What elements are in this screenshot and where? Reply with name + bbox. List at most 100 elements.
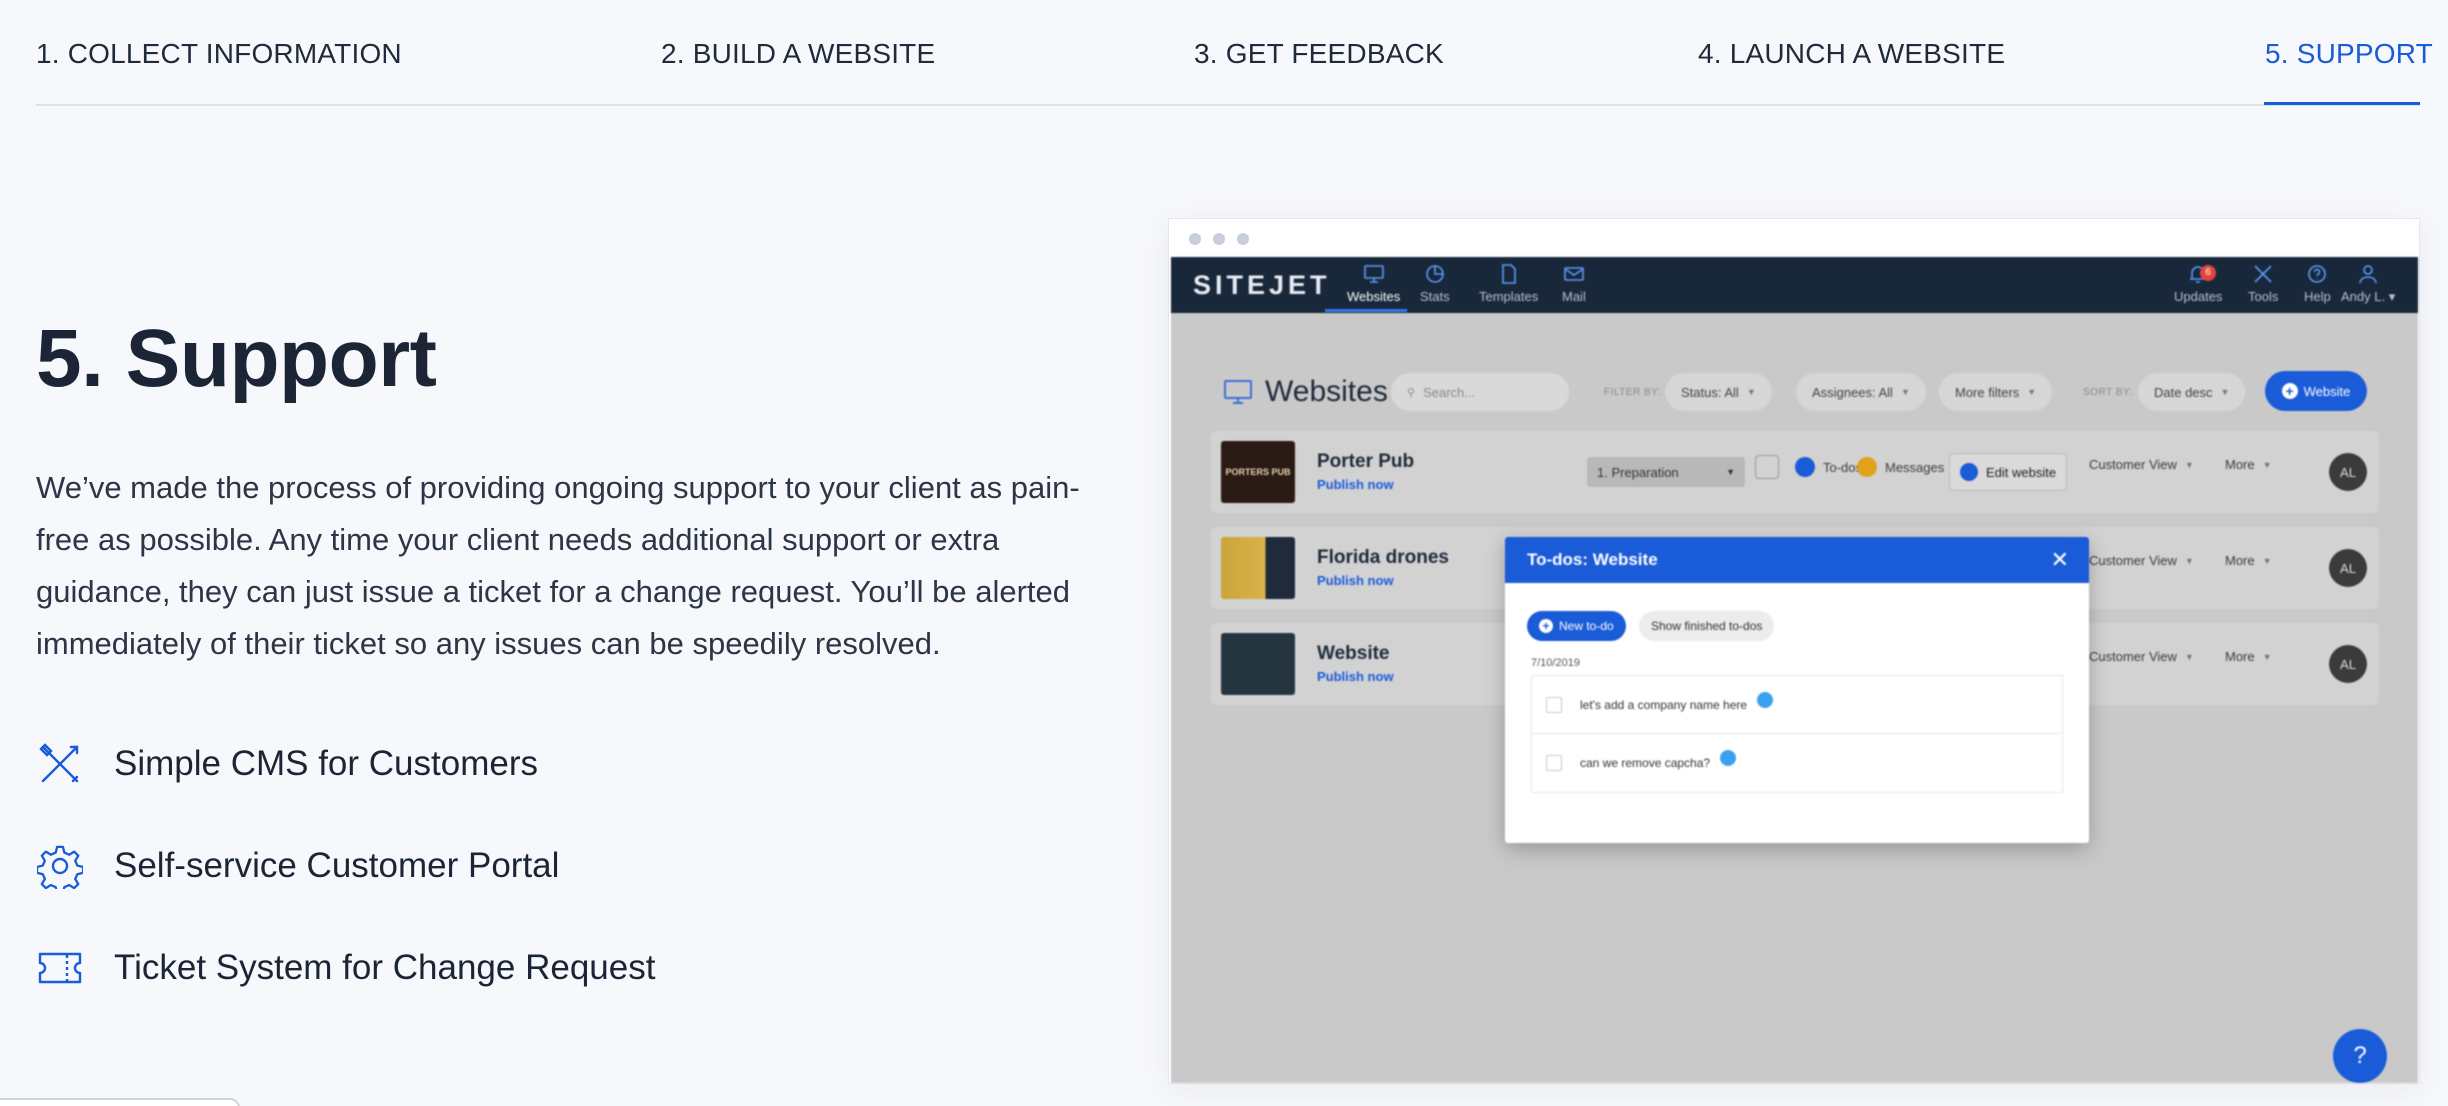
chat-icon — [1857, 457, 1877, 477]
customer-view-select[interactable]: Customer View ▼ — [2089, 553, 2194, 568]
caret-down-icon: ▼ — [1726, 467, 1735, 477]
sort-by-label: SORT BY: — [2083, 387, 2133, 398]
stage-select[interactable]: 1. Preparation ▼ — [1587, 457, 1745, 487]
section-description: We’ve made the process of providing ongo… — [36, 470, 1080, 661]
nav-label: Mail — [1562, 289, 1586, 304]
nav-item-websites[interactable]: Websites — [1347, 263, 1400, 304]
tab-support[interactable]: 5. SUPPORT — [2265, 38, 2433, 70]
new-todo-button[interactable]: + New to-do — [1527, 611, 1626, 641]
todo-checkbox[interactable] — [1546, 696, 1562, 713]
timer-icon[interactable] — [1755, 455, 1779, 479]
nav-label: Tools — [2248, 289, 2279, 304]
feature-item: Self-service Customer Portal — [36, 836, 559, 896]
website-name[interactable]: Florida drones — [1317, 547, 1449, 569]
filter-label: More filters — [1955, 384, 2020, 400]
tab-collect-information[interactable]: 1. COLLECT INFORMATION — [36, 38, 402, 70]
nav-label: Help — [2304, 289, 2331, 304]
feature-item: Simple CMS for Customers — [36, 734, 538, 794]
nav-item-templates[interactable]: Templates — [1479, 263, 1538, 304]
chevron-down-icon: ▼ — [2262, 651, 2272, 662]
nav-item-updates[interactable]: Updates 6 — [2174, 263, 2222, 304]
nav-item-mail[interactable]: Mail — [1562, 263, 1586, 304]
search-input[interactable]: ⚲ Search... — [1391, 373, 1569, 411]
modal-title: To-dos: Website — [1527, 550, 1658, 569]
avatar[interactable]: AL — [2329, 645, 2367, 683]
plus-icon: + — [1539, 619, 1553, 633]
website-name[interactable]: Porter Pub — [1317, 451, 1414, 473]
todos-modal: To-dos: Website ✕ + New to-do Show finis… — [1505, 537, 2089, 843]
website-name[interactable]: Website — [1317, 643, 1390, 665]
pie-chart-icon — [1426, 265, 1444, 283]
todo-list: let's add a company name here can we rem… — [1531, 675, 2063, 793]
todo-checkbox[interactable] — [1546, 755, 1562, 771]
nav-item-user-menu[interactable]: Andy L. ▾ — [2341, 263, 2395, 305]
publish-now-link[interactable]: Publish now — [1317, 477, 1394, 492]
customer-view-select[interactable]: Customer View ▼ — [2089, 649, 2194, 664]
more-select[interactable]: More ▼ — [2225, 553, 2272, 568]
active-tab-indicator — [2264, 102, 2420, 105]
avatar[interactable]: AL — [2329, 453, 2367, 491]
filter-by-label: FILTER BY: — [1604, 387, 1662, 398]
nav-item-help[interactable]: Help — [2304, 263, 2331, 304]
more-select[interactable]: More ▼ — [2225, 649, 2272, 664]
app-preview-window: SITEJET Websites Stats Templates Mail Up… — [1168, 218, 2420, 1084]
avatar[interactable]: AL — [2329, 549, 2367, 587]
website-thumbnail — [1221, 633, 1295, 695]
tab-launch-a-website[interactable]: 4. LAUNCH A WEBSITE — [1698, 38, 2005, 70]
publish-now-link[interactable]: Publish now — [1317, 573, 1394, 588]
tools-icon — [2254, 265, 2272, 283]
chevron-down-icon: ▼ — [2184, 651, 2194, 662]
button-label: New to-do — [1559, 619, 1614, 633]
chevron-down-icon: ▼ — [1900, 387, 1910, 397]
plus-icon: + — [2281, 383, 2298, 399]
website-thumbnail — [1221, 537, 1295, 599]
messages-button[interactable]: Messages — [1857, 457, 1944, 477]
show-finished-todos-button[interactable]: Show finished to-dos — [1639, 611, 1775, 641]
edit-label: Edit website — [1985, 464, 2057, 480]
thumbnail-text: PORTERS PUB — [1225, 467, 1291, 477]
filter-assignees[interactable]: Assignees: All ▼ — [1796, 373, 1926, 411]
nav-label: Updates — [2174, 289, 2223, 304]
gear-icon — [36, 842, 84, 890]
chevron-down-icon: ▼ — [2184, 555, 2194, 566]
chevron-down-icon: ▼ — [2220, 387, 2230, 397]
nav-item-tools[interactable]: Tools — [2248, 263, 2278, 304]
nav-active-indicator — [1325, 309, 1407, 312]
app-logo: SITEJET — [1193, 270, 1331, 300]
monitor-icon — [1224, 380, 1252, 404]
pencil-icon — [1959, 463, 1978, 481]
website-thumbnail: PORTERS PUB — [1221, 441, 1295, 503]
website-row[interactable]: PORTERS PUB Porter Pub Publish now 1. Pr… — [1211, 431, 2379, 513]
add-website-button[interactable]: + Website — [2265, 371, 2367, 411]
tab-get-feedback[interactable]: 3. GET FEEDBACK — [1194, 38, 1444, 70]
nav-label: Andy L. ▾ — [2341, 289, 2396, 304]
edit-website-button[interactable]: Edit website — [1949, 453, 2067, 491]
todo-item[interactable]: can we remove capcha? — [1532, 734, 2062, 792]
customer-view-select[interactable]: Customer View ▼ — [2089, 457, 2194, 472]
feature-label: Self-service Customer Portal — [114, 846, 560, 885]
chevron-down-icon: ▼ — [2027, 387, 2037, 397]
close-icon[interactable]: ✕ — [2051, 547, 2069, 573]
nav-item-stats[interactable]: Stats — [1420, 263, 1450, 304]
feature-item: Ticket System for Change Request — [36, 938, 655, 998]
monitor-icon — [1363, 265, 1384, 283]
todo-date: 7/10/2019 — [1531, 657, 1580, 669]
publish-now-link[interactable]: Publish now — [1317, 669, 1394, 684]
tab-build-a-website[interactable]: 2. BUILD A WEBSITE — [661, 38, 935, 70]
filter-label: Assignees: All — [1812, 384, 1893, 400]
help-icon — [2308, 265, 2327, 283]
todos-button[interactable]: To-dos — [1795, 457, 1862, 477]
content-title-text: Websites — [1265, 375, 1388, 408]
sort-select[interactable]: Date desc ▼ — [2138, 373, 2246, 411]
todo-item[interactable]: let's add a company name here — [1532, 676, 2062, 734]
chevron-down-icon: ▼ — [1746, 387, 1756, 397]
mail-icon — [1564, 267, 1584, 281]
more-select[interactable]: More ▼ — [2225, 457, 2272, 472]
search-placeholder: Search... — [1423, 384, 1476, 400]
filter-status[interactable]: Status: All ▼ — [1665, 373, 1772, 411]
filter-more[interactable]: More filters ▼ — [1939, 373, 2053, 411]
notification-badge: 6 — [2200, 265, 2216, 281]
cookie-tab[interactable] — [0, 1098, 240, 1106]
customer-view-label: Customer View — [2089, 553, 2177, 568]
help-chat-button[interactable]: ? — [2333, 1029, 2387, 1083]
